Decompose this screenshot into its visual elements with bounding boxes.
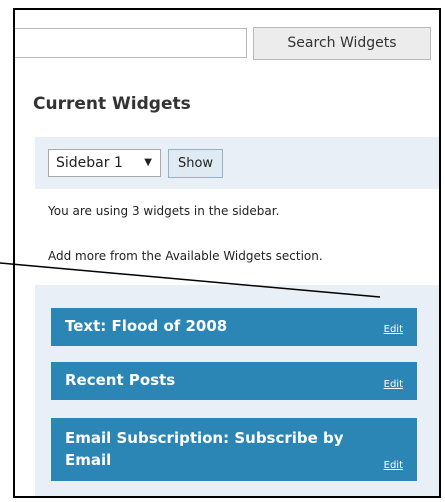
callout-pointer-line <box>0 262 381 298</box>
